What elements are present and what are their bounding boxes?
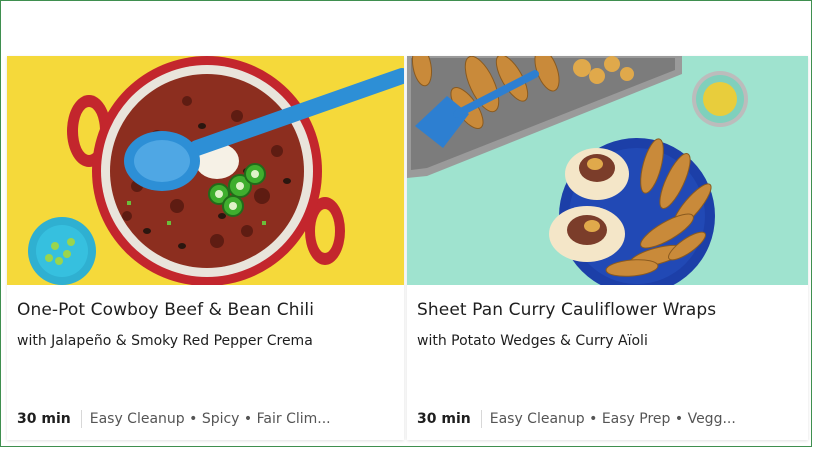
recipe-meta: 30 min Easy Cleanup • Easy Prep • Vegg..… <box>417 409 736 429</box>
recipe-time: 30 min <box>417 411 471 427</box>
cauliflower-wraps-image[interactable] <box>407 56 808 285</box>
recipe-tags: Easy Cleanup • Easy Prep • Vegg... <box>489 411 736 427</box>
recipe-meta: 30 min Easy Cleanup • Spicy • Fair Clim.… <box>17 409 331 429</box>
recipe-title[interactable]: One-Pot Cowboy Beef & Bean Chili <box>17 300 314 320</box>
wraps-illustration <box>407 56 808 285</box>
meta-divider <box>80 410 82 428</box>
meta-divider <box>480 410 482 428</box>
recipe-card[interactable]: Sheet Pan Curry Cauliflower Wraps with P… <box>407 56 808 440</box>
recipe-subtitle: with Potato Wedges & Curry Aïoli <box>417 333 648 349</box>
recipe-title[interactable]: Sheet Pan Curry Cauliflower Wraps <box>417 300 716 320</box>
recipe-card[interactable]: One-Pot Cowboy Beef & Bean Chili with Ja… <box>7 56 404 440</box>
recipe-tags: Easy Cleanup • Spicy • Fair Clim... <box>89 411 331 427</box>
page-frame: One-Pot Cowboy Beef & Bean Chili with Ja… <box>0 0 812 447</box>
chili-pot-illustration <box>7 56 404 285</box>
recipe-time: 30 min <box>17 411 71 427</box>
recipe-subtitle: with Jalapeño & Smoky Red Pepper Crema <box>17 333 313 349</box>
chili-pot-image[interactable] <box>7 56 404 285</box>
